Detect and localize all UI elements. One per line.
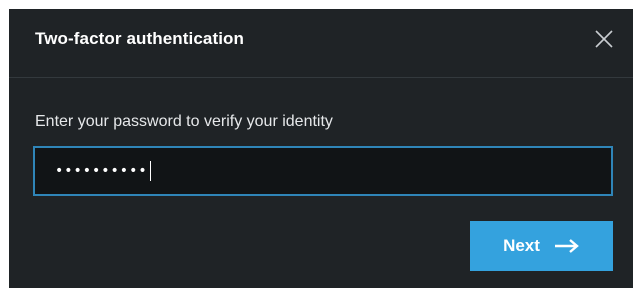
next-button[interactable]: Next (470, 221, 613, 271)
arrow-right-icon (554, 239, 579, 253)
password-input[interactable]: •••••••••• (33, 146, 613, 196)
text-caret (149, 161, 151, 181)
close-icon (595, 30, 613, 48)
close-button[interactable] (592, 27, 616, 51)
dialog-header: Two-factor authentication (9, 9, 633, 78)
password-value: •••••••••• (55, 161, 151, 181)
password-prompt: Enter your password to verify your ident… (35, 113, 333, 130)
next-button-label: Next (503, 236, 540, 255)
dialog-title: Two-factor authentication (35, 29, 245, 48)
two-factor-dialog: Two-factor authentication Enter your pas… (9, 9, 633, 288)
